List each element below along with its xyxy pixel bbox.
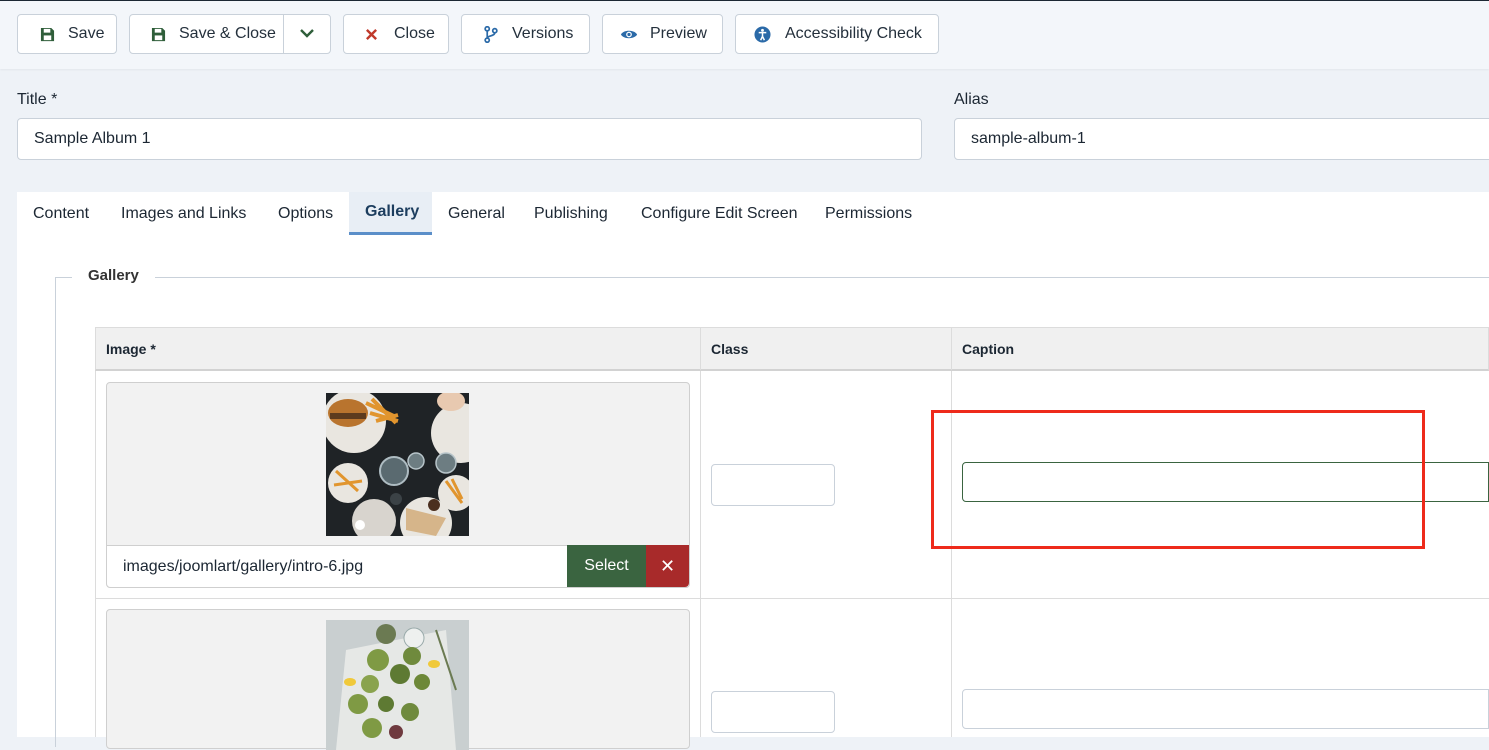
column-header-class: Class [711,341,749,357]
image-preview [326,393,469,536]
class-input[interactable] [711,691,835,733]
tab-publishing[interactable]: Publishing [518,192,624,235]
eye-icon [620,25,638,43]
tab-options[interactable]: Options [262,192,349,235]
preview-label: Preview [650,25,707,42]
alias-input[interactable]: sample-album-1 [954,118,1489,160]
close-icon: ✕ [659,555,676,576]
save-options-dropdown[interactable] [283,14,331,54]
chevron-down-icon [299,25,315,43]
tab-permissions[interactable]: Permissions [809,192,928,235]
image-path-input[interactable]: images/joomlart/gallery/intro-6.jpg [107,545,567,587]
title-input[interactable]: Sample Album 1 [17,118,922,160]
save-close-label: Save & Close [179,25,276,42]
caption-input[interactable] [962,689,1489,729]
toolbar: Save Save & Close Close Versions Preview… [0,0,1489,69]
highlight-box [931,410,1425,549]
image-field [106,609,690,750]
save-close-button[interactable]: Save & Close [129,14,284,54]
alias-label: Alias [954,91,989,108]
image-path-row: images/joomlart/gallery/intro-6.jpg Sele… [107,545,689,587]
image-preview [326,620,469,750]
column-divider [700,371,701,737]
column-header-caption: Caption [962,341,1015,357]
column-header-image: Image * [106,341,156,357]
title-label: Title * [17,91,58,108]
close-icon [362,25,380,43]
branch-icon [482,25,500,43]
class-input[interactable] [711,464,835,506]
save-icon [149,25,167,43]
versions-label: Versions [512,25,574,42]
tab-general[interactable]: General [432,192,521,235]
accessibility-icon [753,25,771,43]
tab-bar: Content Images and Links Options Gallery… [17,192,1489,237]
table-border-left [95,371,96,737]
close-button[interactable]: Close [343,14,449,54]
image-field: images/joomlart/gallery/intro-6.jpg Sele… [106,382,690,588]
close-label: Close [394,25,435,42]
save-button[interactable]: Save [17,14,117,54]
save-label: Save [68,25,105,42]
versions-button[interactable]: Versions [461,14,590,54]
accessibility-check-button[interactable]: Accessibility Check [735,14,939,54]
tab-gallery[interactable]: Gallery [349,192,432,235]
clear-image-button[interactable]: ✕ [646,545,689,587]
tab-images-and-links[interactable]: Images and Links [105,192,262,235]
select-image-button[interactable]: Select [567,545,646,587]
row-divider [95,598,1489,599]
save-icon [38,25,56,43]
preview-button[interactable]: Preview [602,14,723,54]
gallery-table-header: Image * Class Caption [95,327,1489,371]
tab-content[interactable]: Content [17,192,105,235]
gallery-legend: Gallery [72,267,155,284]
tab-configure-edit-screen[interactable]: Configure Edit Screen [625,192,814,235]
accessibility-check-label: Accessibility Check [785,25,922,42]
